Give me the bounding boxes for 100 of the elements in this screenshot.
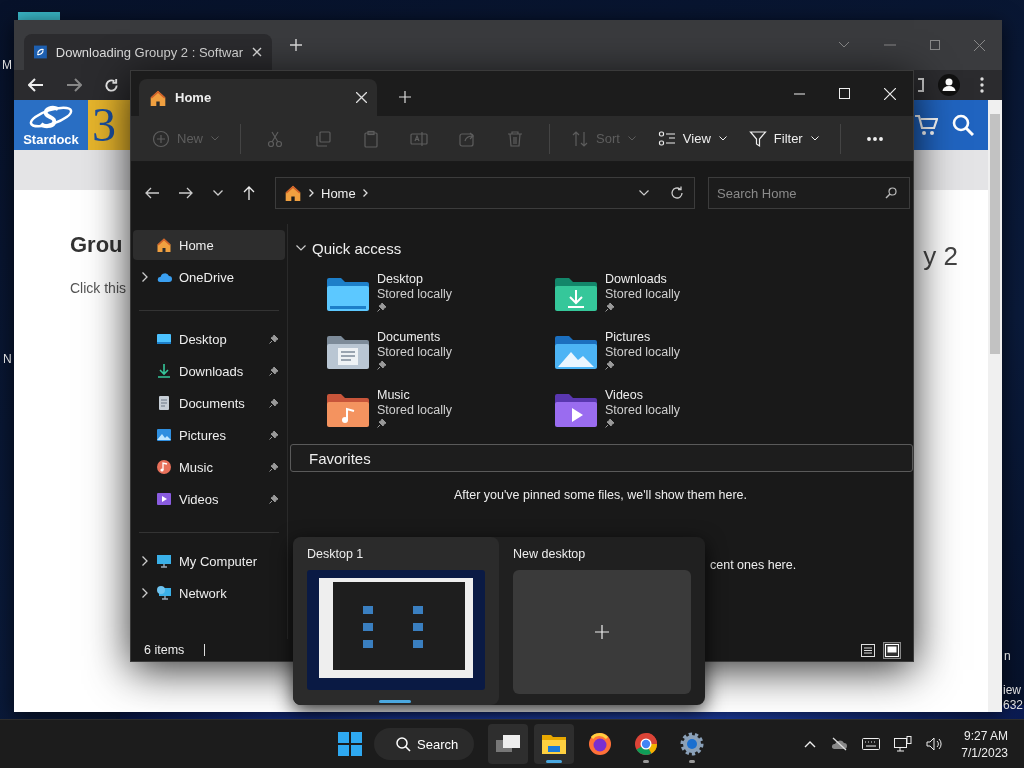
search-icon xyxy=(396,736,411,752)
desktop-card[interactable]: New desktop xyxy=(499,537,705,705)
plus-icon xyxy=(595,625,609,639)
folder-name[interactable]: Desktop xyxy=(377,272,453,286)
folder-name[interactable]: Pictures xyxy=(605,330,681,344)
search-icon[interactable] xyxy=(952,114,974,136)
video-icon xyxy=(156,491,172,507)
network-icon xyxy=(156,585,172,601)
extension-icon[interactable] xyxy=(918,78,924,92)
forward-arrow-icon[interactable] xyxy=(179,187,193,199)
expand-chevron-icon[interactable] xyxy=(142,556,148,566)
sidebar-item[interactable]: Videos xyxy=(133,484,285,514)
sidebar-item[interactable]: Documents xyxy=(133,388,285,418)
current-desktop-indicator xyxy=(379,700,411,703)
watermark-text: 632 xyxy=(1003,698,1024,712)
cart-icon[interactable] xyxy=(914,114,938,136)
desktop-icon-label: N xyxy=(3,352,12,366)
sidebar-item[interactable]: Desktop xyxy=(133,324,285,354)
start-icon[interactable] xyxy=(338,732,362,756)
folder-status: Stored locally xyxy=(605,403,681,417)
search-field[interactable]: Search Home xyxy=(708,177,910,209)
fox-globe-icon xyxy=(588,732,612,756)
chevron-down-icon[interactable] xyxy=(639,190,649,196)
search-button[interactable]: Search xyxy=(374,728,474,760)
folder-status: Stored locally xyxy=(605,287,681,301)
details-view-button[interactable] xyxy=(859,641,877,659)
chevron-down-icon xyxy=(627,136,636,141)
explorer-taskbar-button[interactable] xyxy=(534,724,574,764)
sidebar-item[interactable]: Downloads xyxy=(133,356,285,386)
folder-icon xyxy=(541,733,567,755)
speaker-icon[interactable] xyxy=(926,737,944,751)
chevron-up-icon[interactable] xyxy=(804,740,817,748)
sidebar-item[interactable]: OneDrive xyxy=(133,262,285,292)
tab-title: Home xyxy=(175,90,212,105)
desktop-card[interactable]: Desktop 1 xyxy=(293,537,499,705)
stardock-logo[interactable]: Stardock xyxy=(14,100,88,150)
clock[interactable]: 9:27 AM 7/1/2023 xyxy=(961,728,1008,760)
new-tab-icon[interactable] xyxy=(290,39,302,51)
new-tab-icon[interactable] xyxy=(399,91,411,103)
new-desktop-tile[interactable] xyxy=(513,570,691,694)
tile-icon xyxy=(885,643,899,657)
chevron-down-icon xyxy=(211,136,219,141)
chevron-down-icon xyxy=(810,136,819,141)
scrollbar[interactable] xyxy=(988,100,1002,712)
item-count: 6 items xyxy=(144,643,185,657)
folder-status: Stored locally xyxy=(377,345,453,359)
sidebar-item[interactable]: Pictures xyxy=(133,420,285,450)
list-icon xyxy=(861,643,875,657)
address-bar[interactable]: Home xyxy=(275,177,695,209)
refresh-icon[interactable] xyxy=(670,186,684,200)
watermark-text: iew xyxy=(1003,683,1021,697)
sidebar-item[interactable]: Home xyxy=(133,230,285,260)
folder-name[interactable]: Videos xyxy=(605,388,681,402)
page-heading: y 2 xyxy=(923,241,958,272)
folder-name[interactable]: Downloads xyxy=(605,272,681,286)
clock-time: 9:27 AM xyxy=(963,728,1008,743)
cloud-off-icon[interactable] xyxy=(830,737,849,751)
back-arrow-icon[interactable] xyxy=(145,187,159,199)
view-button[interactable]: View xyxy=(648,121,736,156)
swirl-icon xyxy=(28,103,74,130)
chevron-down-icon xyxy=(718,136,727,141)
expand-chevron-icon[interactable] xyxy=(142,272,148,282)
chevron-down-icon[interactable] xyxy=(213,190,223,196)
browser-tab[interactable]: Downloading Groupy 2 : Softwar xyxy=(24,34,272,70)
monitor-icon xyxy=(156,553,172,569)
up-arrow-icon[interactable] xyxy=(243,186,255,200)
folder-status: Stored locally xyxy=(377,403,453,417)
folder-name[interactable]: Music xyxy=(377,388,453,402)
home-icon xyxy=(149,88,167,107)
chevron-right-icon xyxy=(309,189,314,197)
music-folder-icon xyxy=(326,392,370,428)
task-view-taskbar-button[interactable] xyxy=(488,724,528,764)
desktop-name: New desktop xyxy=(513,547,587,561)
breadcrumb[interactable]: Home xyxy=(321,185,356,201)
keyboard-icon[interactable] xyxy=(862,738,881,750)
wired-network-icon[interactable] xyxy=(894,736,913,752)
filter-button[interactable]: Filter xyxy=(739,121,828,156)
folder-name[interactable]: Documents xyxy=(377,330,453,344)
chevron-right-icon xyxy=(362,189,368,197)
empty-message: cent ones here. xyxy=(709,558,798,572)
desktop-icon-label: M xyxy=(2,58,12,72)
expand-chevron-icon[interactable] xyxy=(142,588,148,598)
documents-folder-icon xyxy=(326,334,370,370)
document-icon xyxy=(156,395,172,411)
sidebar-item[interactable]: Music xyxy=(133,452,285,482)
kebab-menu-icon[interactable] xyxy=(980,77,984,93)
section-header[interactable]: Favorites xyxy=(290,444,913,472)
profile-icon[interactable] xyxy=(938,74,960,96)
download-icon xyxy=(156,363,172,379)
search-icon xyxy=(885,187,897,199)
scrollbar-thumb[interactable] xyxy=(990,114,1000,354)
clock-date: 7/1/2023 xyxy=(961,745,1008,760)
explorer-tab[interactable]: Home xyxy=(139,79,377,116)
folder-status: Stored locally xyxy=(605,345,681,359)
sidebar-item[interactable]: My Computer xyxy=(133,546,285,576)
sidebar-item[interactable]: Network xyxy=(133,578,285,608)
reload-icon[interactable] xyxy=(104,77,119,93)
section-header[interactable]: Quick access xyxy=(288,236,913,260)
tiles-view-button[interactable] xyxy=(883,641,901,659)
browser-logo-icon xyxy=(634,732,658,756)
